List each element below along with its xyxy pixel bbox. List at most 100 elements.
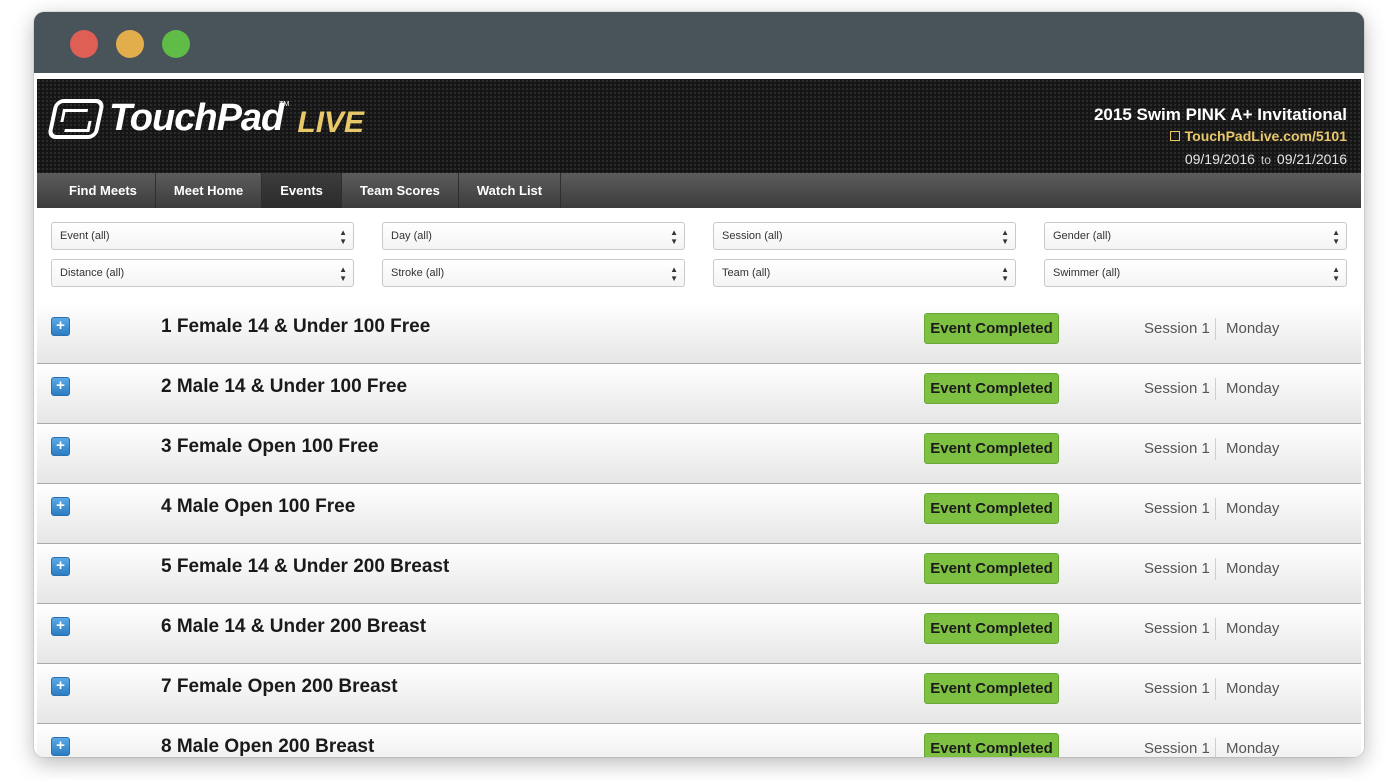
event-day: Monday [1226,680,1280,697]
day-filter-value: Day (all) [391,230,432,242]
select-arrows-icon: ▲ ▼ [1001,265,1009,283]
event-day: Monday [1226,560,1280,577]
select-arrows-icon: ▲ ▼ [339,265,347,283]
divider [1215,498,1216,520]
event-status-badge: Event Completed [924,493,1059,524]
nav-meet-home[interactable]: Meet Home [156,173,263,208]
swimmer-filter-value: Swimmer (all) [1053,267,1121,279]
team-filter-select[interactable]: Team (all) ▲ ▼ [713,259,1016,287]
meet-link-text[interactable]: TouchPadLive.com/5101 [1185,128,1347,144]
distance-filter-select[interactable]: Distance (all) ▲ ▼ [51,259,354,287]
event-status-badge: Event Completed [924,673,1059,704]
event-row[interactable]: + 2 Male 14 & Under 100 Free Event Compl… [37,364,1361,424]
filter-row: Event (all) ▲ ▼ Day (all) ▲ ▼ Session (all) ▲… [51,222,1347,250]
event-title[interactable]: 8 Male Open 200 Breast [161,736,374,757]
select-arrows-icon: ▲ ▼ [670,265,678,283]
filter-panel: Event (all) ▲ ▼ Day (all) ▲ ▼ Session (all) ▲… [37,208,1361,304]
meet-link[interactable]: TouchPadLive.com/5101 [1094,128,1347,144]
main-nav: Find Meets Meet Home Events Team Scores … [37,173,1361,208]
zoom-window-button[interactable] [162,30,190,58]
logo-text: TouchPad [109,97,284,139]
site-header: TouchPad TM LIVE 2015 Swim PINK A+ Invit… [37,79,1361,173]
event-row[interactable]: + 4 Male Open 100 Free Event Completed S… [37,484,1361,544]
event-day: Monday [1226,740,1280,757]
expand-plus-icon[interactable]: + [51,497,70,516]
event-title[interactable]: 7 Female Open 200 Breast [161,676,398,698]
event-filter-value: Event (all) [60,230,110,242]
expand-plus-icon[interactable]: + [51,737,70,756]
meet-name: 2015 Swim PINK A+ Invitational [1093,105,1347,124]
event-filter-select[interactable]: Event (all) ▲ ▼ [51,222,354,250]
divider [1215,678,1216,700]
session-filter-value: Session (all) [722,230,783,242]
event-session: Session 1 [1144,560,1210,577]
event-status-badge: Event Completed [924,373,1059,404]
event-title[interactable]: 3 Female Open 100 Free [161,436,379,458]
nav-events[interactable]: Events [262,173,342,208]
select-arrows-icon: ▲ ▼ [1332,228,1340,246]
event-session: Session 1 [1144,740,1210,757]
event-row[interactable]: + 3 Female Open 100 Free Event Completed… [37,424,1361,484]
nav-watch-list[interactable]: Watch List [459,173,562,208]
session-filter-select[interactable]: Session (all) ▲ ▼ [713,222,1016,250]
event-list: + 1 Female 14 & Under 100 Free Event Com… [37,304,1361,757]
select-arrows-icon: ▲ ▼ [670,228,678,246]
expand-plus-icon[interactable]: + [51,377,70,396]
browser-window: TouchPad TM LIVE 2015 Swim PINK A+ Invit… [34,12,1364,757]
swimmer-filter-select[interactable]: Swimmer (all) ▲ ▼ [1044,259,1347,287]
meet-start-date: 09/19/2016 [1184,151,1255,167]
logo-live-text: LIVE [297,105,365,139]
divider [1215,618,1216,640]
event-session: Session 1 [1144,440,1210,457]
event-row[interactable]: + 8 Male Open 200 Breast Event Completed… [37,724,1361,757]
nav-team-scores[interactable]: Team Scores [342,173,459,208]
nav-find-meets[interactable]: Find Meets [37,173,156,208]
event-status-badge: Event Completed [924,733,1059,757]
select-arrows-icon: ▲ ▼ [1332,265,1340,283]
event-row[interactable]: + 6 Male 14 & Under 200 Breast Event Com… [37,604,1361,664]
event-title[interactable]: 2 Male 14 & Under 100 Free [161,376,407,398]
event-title[interactable]: 4 Male Open 100 Free [161,496,355,518]
divider [1215,378,1216,400]
divider [1215,738,1216,757]
divider [1215,438,1216,460]
gender-filter-value: Gender (all) [1053,230,1112,242]
expand-plus-icon[interactable]: + [51,677,70,696]
gender-filter-select[interactable]: Gender (all) ▲ ▼ [1044,222,1347,250]
expand-plus-icon[interactable]: + [51,557,70,576]
stroke-filter-select[interactable]: Stroke (all) ▲ ▼ [382,259,685,287]
event-title[interactable]: 1 Female 14 & Under 100 Free [161,316,430,338]
divider [1215,558,1216,580]
event-row[interactable]: + 7 Female Open 200 Breast Event Complet… [37,664,1361,724]
event-session: Session 1 [1144,320,1210,337]
event-status-badge: Event Completed [924,313,1059,344]
event-session: Session 1 [1144,680,1210,697]
event-title[interactable]: 6 Male 14 & Under 200 Breast [161,616,426,638]
event-title[interactable]: 5 Female 14 & Under 200 Breast [161,556,449,578]
event-session: Session 1 [1144,380,1210,397]
expand-plus-icon[interactable]: + [51,317,70,336]
event-day: Monday [1226,320,1280,337]
divider [1215,318,1216,340]
day-filter-select[interactable]: Day (all) ▲ ▼ [382,222,685,250]
touchpad-live-logo[interactable]: TouchPad TM LIVE [46,97,365,140]
window-titlebar [34,12,1364,76]
meet-info: 2015 Swim PINK A+ Invitational TouchPadL… [1094,105,1347,167]
event-row[interactable]: + 1 Female 14 & Under 100 Free Event Com… [37,304,1361,364]
minimize-window-button[interactable] [116,30,144,58]
close-window-button[interactable] [70,30,98,58]
event-day: Monday [1226,620,1280,637]
expand-plus-icon[interactable]: + [51,437,70,456]
meet-end-date: 09/21/2016 [1276,151,1347,167]
select-arrows-icon: ▲ ▼ [339,228,347,246]
touchpad-live-app: TouchPad TM LIVE 2015 Swim PINK A+ Invit… [37,79,1361,757]
event-row[interactable]: + 5 Female 14 & Under 200 Breast Event C… [37,544,1361,604]
distance-filter-value: Distance (all) [60,267,125,279]
event-session: Session 1 [1144,620,1210,637]
external-link-icon [1169,131,1180,141]
stroke-filter-value: Stroke (all) [391,267,445,279]
logo-trademark: TM [279,101,290,108]
event-session: Session 1 [1144,500,1210,517]
meet-dates: 09/19/2016 to 09/21/2016 [1094,151,1347,167]
expand-plus-icon[interactable]: + [51,617,70,636]
